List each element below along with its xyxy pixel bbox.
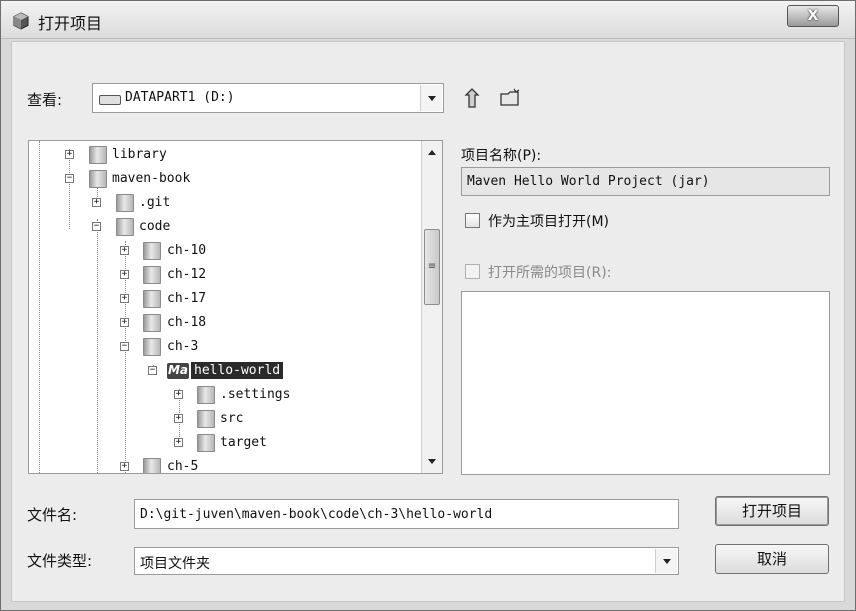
tree-item-library[interactable]: + library — [29, 144, 429, 166]
folder-icon — [143, 338, 161, 356]
cancel-button[interactable]: 取消 — [715, 544, 829, 574]
collapse-icon[interactable]: − — [92, 222, 101, 231]
tree-item-ch-5[interactable]: + ch-5 — [29, 456, 429, 474]
required-projects-list[interactable] — [461, 291, 830, 475]
collapse-icon[interactable]: − — [65, 174, 74, 183]
tree-item-target[interactable]: + target — [29, 432, 429, 454]
expand-icon[interactable]: + — [120, 270, 129, 279]
tree-item-label: target — [220, 435, 267, 450]
tree-item-git[interactable]: + .git — [29, 192, 429, 214]
tree-item-label: ch-17 — [167, 291, 207, 306]
dropdown-arrow-icon[interactable] — [655, 549, 677, 573]
tree-item-ch-10[interactable]: + ch-10 — [29, 240, 429, 262]
folder-icon — [143, 458, 161, 473]
dropdown-arrow-icon[interactable] — [420, 85, 442, 111]
tree-item-ch-12[interactable]: + ch-12 — [29, 264, 429, 286]
folder-icon — [116, 218, 134, 236]
tree-item-label: ch-5 — [167, 459, 199, 474]
look-in-combo[interactable]: DATAPART1 (D:) — [92, 83, 444, 113]
project-name-field: Maven Hello World Project (jar) — [461, 167, 830, 196]
required-projects-checkbox[interactable] — [465, 264, 480, 279]
tree-item-src[interactable]: + src — [29, 408, 429, 430]
new-folder-icon[interactable] — [499, 87, 521, 109]
open-project-dialog: 打开项目 X 查看: DATAPART1 (D:) + library − ma… — [0, 0, 856, 611]
file-name-input[interactable]: D:\git-juven\maven-book\code\ch-3\hello-… — [134, 499, 679, 529]
file-name-label: 文件名: — [27, 506, 78, 524]
tree-item-label: ch-10 — [167, 243, 207, 258]
collapse-icon[interactable]: − — [120, 342, 129, 351]
open-project-button[interactable]: 打开项目 — [715, 496, 829, 526]
expand-icon[interactable]: + — [174, 390, 183, 399]
expand-icon[interactable]: + — [92, 198, 101, 207]
folder-icon — [89, 146, 107, 164]
tree-item-label: hello-world — [191, 362, 284, 379]
file-type-value: 项目文件夹 — [140, 556, 210, 572]
folder-icon — [143, 242, 161, 260]
scroll-up-arrow-icon[interactable] — [422, 143, 442, 161]
tree-item-label: .git — [139, 195, 171, 210]
folder-icon — [143, 314, 161, 332]
file-type-label: 文件类型: — [27, 552, 93, 570]
drive-icon — [99, 95, 121, 105]
file-type-combo[interactable]: 项目文件夹 — [134, 547, 679, 575]
expand-icon[interactable]: + — [65, 150, 74, 159]
expand-icon[interactable]: + — [120, 246, 129, 255]
look-in-label: 查看: — [27, 91, 63, 109]
expand-icon[interactable]: + — [120, 318, 129, 327]
project-name-label: 项目名称(P): — [461, 148, 542, 164]
tree-scrollbar[interactable]: ≡ — [421, 141, 442, 473]
folder-icon — [116, 194, 134, 212]
collapse-icon[interactable]: − — [148, 366, 157, 375]
folder-icon — [143, 266, 161, 284]
tree-item-maven-book[interactable]: − maven-book — [29, 168, 429, 190]
tree-item-label: library — [112, 147, 167, 162]
tree-item-label: maven-book — [112, 171, 191, 186]
file-name-value: D:\git-juven\maven-book\code\ch-3\hello-… — [140, 507, 493, 522]
expand-icon[interactable]: + — [174, 414, 183, 423]
tree-item-hello-world[interactable]: − Ma hello-world — [29, 360, 429, 382]
expand-icon[interactable]: + — [174, 438, 183, 447]
main-project-checkbox[interactable] — [465, 213, 480, 228]
scroll-thumb[interactable]: ≡ — [424, 229, 440, 305]
tree-item-ch-18[interactable]: + ch-18 — [29, 312, 429, 334]
tree-item-label: src — [220, 411, 244, 426]
tree-item-label: ch-12 — [167, 267, 207, 282]
up-folder-icon[interactable] — [464, 87, 486, 109]
tree-item-ch-3[interactable]: − ch-3 — [29, 336, 429, 358]
expand-icon[interactable]: + — [120, 294, 129, 303]
close-button[interactable]: X — [787, 5, 839, 27]
tree-item-label: code — [139, 219, 171, 234]
expand-icon[interactable]: + — [120, 462, 129, 471]
folder-tree[interactable]: + library − maven-book + .git − code + c… — [28, 140, 443, 474]
tree-item-label: ch-18 — [167, 315, 207, 330]
scroll-down-arrow-icon[interactable] — [422, 453, 442, 471]
folder-icon — [143, 290, 161, 308]
look-in-value: DATAPART1 (D:) — [125, 90, 235, 105]
required-projects-label: 打开所需的项目(R): — [488, 265, 612, 281]
folder-icon — [197, 386, 215, 404]
main-project-label: 作为主项目打开(M) — [488, 214, 610, 230]
tree-item-label: .settings — [220, 387, 291, 402]
title-bar: 打开项目 X — [1, 1, 855, 39]
window-title: 打开项目 — [38, 14, 103, 33]
tree-item-label: ch-3 — [167, 339, 199, 354]
maven-project-icon: Ma — [167, 363, 189, 379]
tree-item-settings[interactable]: + .settings — [29, 384, 429, 406]
folder-icon — [197, 410, 215, 428]
folder-icon — [89, 170, 107, 188]
netbeans-cube-icon — [13, 12, 29, 30]
tree-item-code[interactable]: − code — [29, 216, 429, 238]
tree-item-ch-17[interactable]: + ch-17 — [29, 288, 429, 310]
project-name-value: Maven Hello World Project (jar) — [467, 174, 710, 189]
folder-icon — [197, 434, 215, 452]
